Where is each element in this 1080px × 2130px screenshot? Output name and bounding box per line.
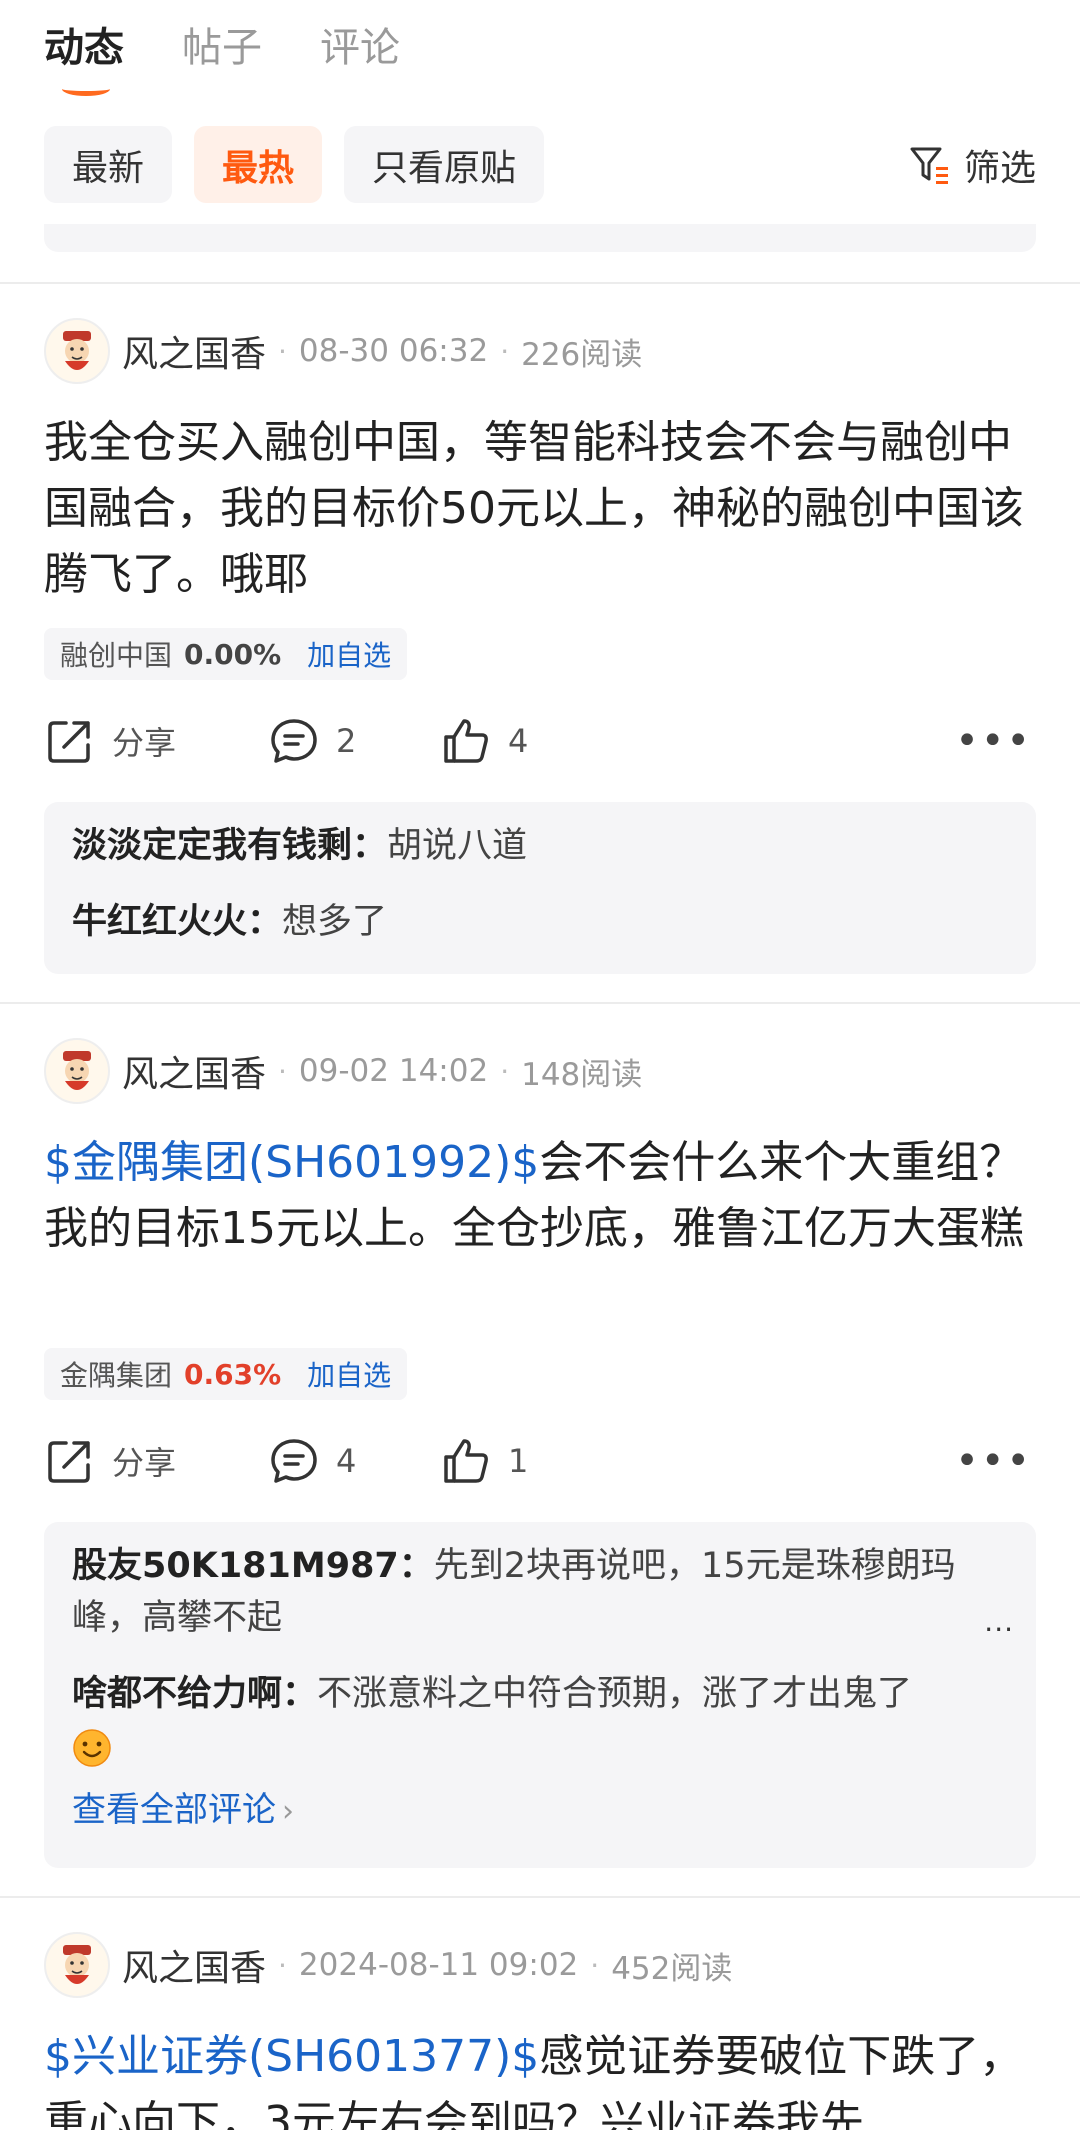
tab-dynamic-label: 动态	[44, 25, 124, 71]
avatar-icon	[63, 1945, 91, 1984]
share-icon	[48, 721, 90, 763]
read-count: 226阅读	[521, 336, 643, 373]
comment-expand[interactable]: ...	[984, 1596, 1014, 1648]
comment-button[interactable]: 2	[268, 715, 356, 767]
chevron-right-icon: ›	[282, 1794, 294, 1829]
post-date: 09-02 14:02	[298, 1053, 489, 1089]
meta-separator: ·	[590, 1948, 600, 1982]
comment-item[interactable]: 股友50K181M987：先到2块再说吧，15元是珠穆朗玛峰，高攀不起 ...	[72, 1540, 1013, 1644]
top-tabs: 动态 帖子 评论	[44, 20, 400, 96]
post-stock-link[interactable]: $兴业证券(SH601377)$	[44, 2031, 539, 2082]
filter-button[interactable]: 筛选	[887, 130, 1036, 200]
page: 动态 帖子 评论 最新 最热 只看原贴 筛选 风之国香 · 08-30 06:3…	[0, 0, 1080, 2130]
view-all-comments-link[interactable]: 查看全部评论 ›	[72, 1786, 1008, 1836]
chip-original-only[interactable]: 只看原贴	[344, 126, 545, 203]
tab-posts[interactable]: 帖子	[182, 20, 262, 76]
comment-preview[interactable]: 股友50K181M987：先到2块再说吧，15元是珠穆朗玛峰，高攀不起 ... …	[44, 1522, 1036, 1868]
comment-button[interactable]: 4	[268, 1435, 356, 1487]
comment-item[interactable]: 啥都不给力啊：不涨意料之中符合预期，涨了才出鬼了	[72, 1668, 1008, 1772]
meta-separator: ·	[500, 1054, 510, 1088]
avatar[interactable]	[44, 1038, 110, 1104]
post-actions: 分享 2 4 •••	[44, 708, 1036, 774]
comment-item[interactable]: 牛红红火火：想多了	[72, 896, 1008, 948]
stock-name: 金隅集团	[60, 1359, 173, 1392]
comment-text: 想多了	[282, 902, 388, 942]
view-all-label: 查看全部评论	[72, 1790, 276, 1830]
comment-author[interactable]: 啥都不给力啊：	[72, 1674, 317, 1714]
post-meta: 风之国香 · 09-02 14:02 · 148阅读	[44, 1038, 642, 1104]
author-name[interactable]: 风之国香	[122, 1045, 266, 1097]
post-date: 2024-08-11 09:02	[298, 1947, 579, 1983]
like-count: 4	[508, 722, 529, 760]
comment-text: 不涨意料之中符合预期，涨了才出鬼了	[317, 1674, 913, 1714]
avatar-icon	[63, 1051, 91, 1090]
tab-comments-label: 评论	[320, 25, 400, 71]
filter-icon	[910, 147, 948, 184]
comment-preview[interactable]: 淡淡定定我有钱剩：胡说八道 牛红红火火：想多了	[44, 802, 1036, 974]
share-icon	[48, 1441, 90, 1483]
post-stock-link[interactable]: $金隅集团(SH601992)$	[44, 1137, 539, 1188]
add-watchlist-button[interactable]: 加自选	[307, 1354, 391, 1394]
divider	[0, 1002, 1080, 1004]
comment-author[interactable]: 牛红红火火：	[72, 902, 282, 942]
author-name[interactable]: 风之国香	[122, 325, 266, 377]
thumbs-up-icon	[444, 1439, 488, 1483]
share-label: 分享	[112, 724, 177, 762]
post-body[interactable]: $金隅集团(SH601992)$会不会什么来个大重组？我的目标15元以上。全仓抄…	[44, 1130, 1034, 1262]
post-date: 08-30 06:32	[298, 333, 489, 369]
comment-count: 4	[336, 1442, 357, 1480]
comment-item[interactable]: 淡淡定定我有钱剩：胡说八道	[72, 820, 1008, 872]
comment-text: 胡说八道	[387, 826, 528, 866]
read-count: 452阅读	[611, 1950, 733, 1987]
sort-chips: 最新 最热 只看原贴	[44, 126, 545, 203]
post-meta: 风之国香 · 08-30 06:32 · 226阅读	[44, 318, 642, 384]
stock-tag[interactable]: 融创中国 0.00% 加自选	[44, 628, 408, 680]
chip-latest[interactable]: 最新	[44, 126, 173, 203]
smile-emoji-icon	[73, 1729, 111, 1767]
stock-change: 0.00%	[184, 637, 282, 671]
avatar[interactable]	[44, 1932, 110, 1998]
divider	[0, 1896, 1080, 1898]
post-actions: 分享 4 1 •••	[44, 1428, 1036, 1494]
post-body[interactable]: 我全仓买入融创中国，等智能科技会不会与融创中国融合，我的目标价50元以上，神秘的…	[44, 410, 1034, 608]
post-body[interactable]: $兴业证券(SH601377)$感觉证券要破位下跌了，重心向下，3元左右会到吗？…	[44, 2024, 1034, 2130]
avatar-icon	[63, 331, 91, 370]
avatar[interactable]	[44, 318, 110, 384]
stock-name: 融创中国	[60, 639, 173, 672]
add-watchlist-button[interactable]: 加自选	[307, 634, 391, 674]
stock-change: 0.63%	[184, 1357, 282, 1391]
post-meta: 风之国香 · 2024-08-11 09:02 · 452阅读	[44, 1932, 732, 1998]
share-button[interactable]: 分享	[44, 1435, 176, 1487]
post-text: 我全仓买入融创中国，等智能科技会不会与融创中国融合，我的目标价50元以上，神秘的…	[44, 417, 1024, 600]
comment-author[interactable]: 淡淡定定我有钱剩：	[72, 826, 387, 866]
like-button[interactable]: 4	[440, 715, 528, 767]
more-options-button[interactable]: •••	[955, 1438, 1032, 1484]
comment-count: 2	[336, 722, 357, 760]
meta-separator: ·	[278, 334, 287, 368]
comment-icon	[271, 719, 317, 763]
meta-separator: ·	[278, 1948, 287, 1982]
comment-author[interactable]: 股友50K181M987：	[72, 1546, 434, 1586]
filter-label: 筛选	[963, 148, 1036, 189]
meta-separator: ·	[278, 1054, 287, 1088]
tab-comments[interactable]: 评论	[320, 20, 400, 76]
share-label: 分享	[112, 1444, 177, 1482]
read-count: 148阅读	[521, 1056, 643, 1093]
like-count: 1	[508, 1442, 529, 1480]
divider	[0, 282, 1080, 284]
share-button[interactable]: 分享	[44, 715, 176, 767]
previous-card-edge	[44, 224, 1036, 252]
tab-posts-label: 帖子	[182, 25, 262, 71]
chip-hottest[interactable]: 最热	[194, 126, 323, 203]
like-button[interactable]: 1	[440, 1435, 528, 1487]
tab-active-indicator	[62, 82, 110, 96]
more-options-button[interactable]: •••	[955, 718, 1032, 764]
stock-tag[interactable]: 金隅集团 0.63% 加自选	[44, 1348, 408, 1400]
author-name[interactable]: 风之国香	[122, 1939, 266, 1991]
tab-dynamic[interactable]: 动态	[44, 20, 124, 96]
comment-icon	[271, 1439, 317, 1483]
thumbs-up-icon	[444, 719, 488, 763]
meta-separator: ·	[500, 334, 510, 368]
